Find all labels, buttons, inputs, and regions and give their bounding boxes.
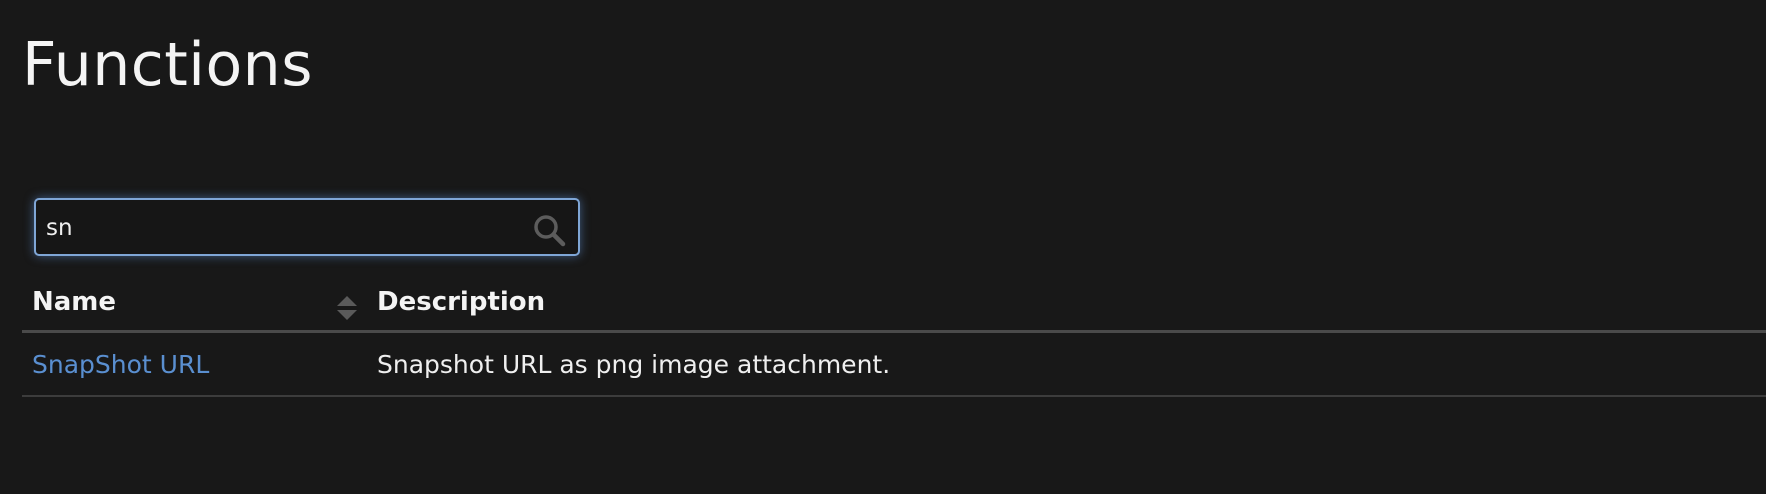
function-description: Snapshot URL as png image attachment. <box>377 350 891 379</box>
functions-page: Functions Name Description SnapShot URL … <box>0 0 1766 494</box>
column-header-name[interactable]: Name <box>32 284 116 320</box>
page-title: Functions <box>22 30 313 100</box>
sort-icon[interactable] <box>336 295 358 321</box>
table-row: SnapShot URL Snapshot URL as png image a… <box>22 333 1766 397</box>
search-box[interactable] <box>34 198 580 256</box>
function-name-link[interactable]: SnapShot URL <box>32 347 209 383</box>
search-input[interactable] <box>46 211 516 245</box>
column-header-description: Description <box>377 287 546 317</box>
table-header: Name Description <box>22 276 1766 332</box>
search-icon[interactable] <box>532 213 566 247</box>
